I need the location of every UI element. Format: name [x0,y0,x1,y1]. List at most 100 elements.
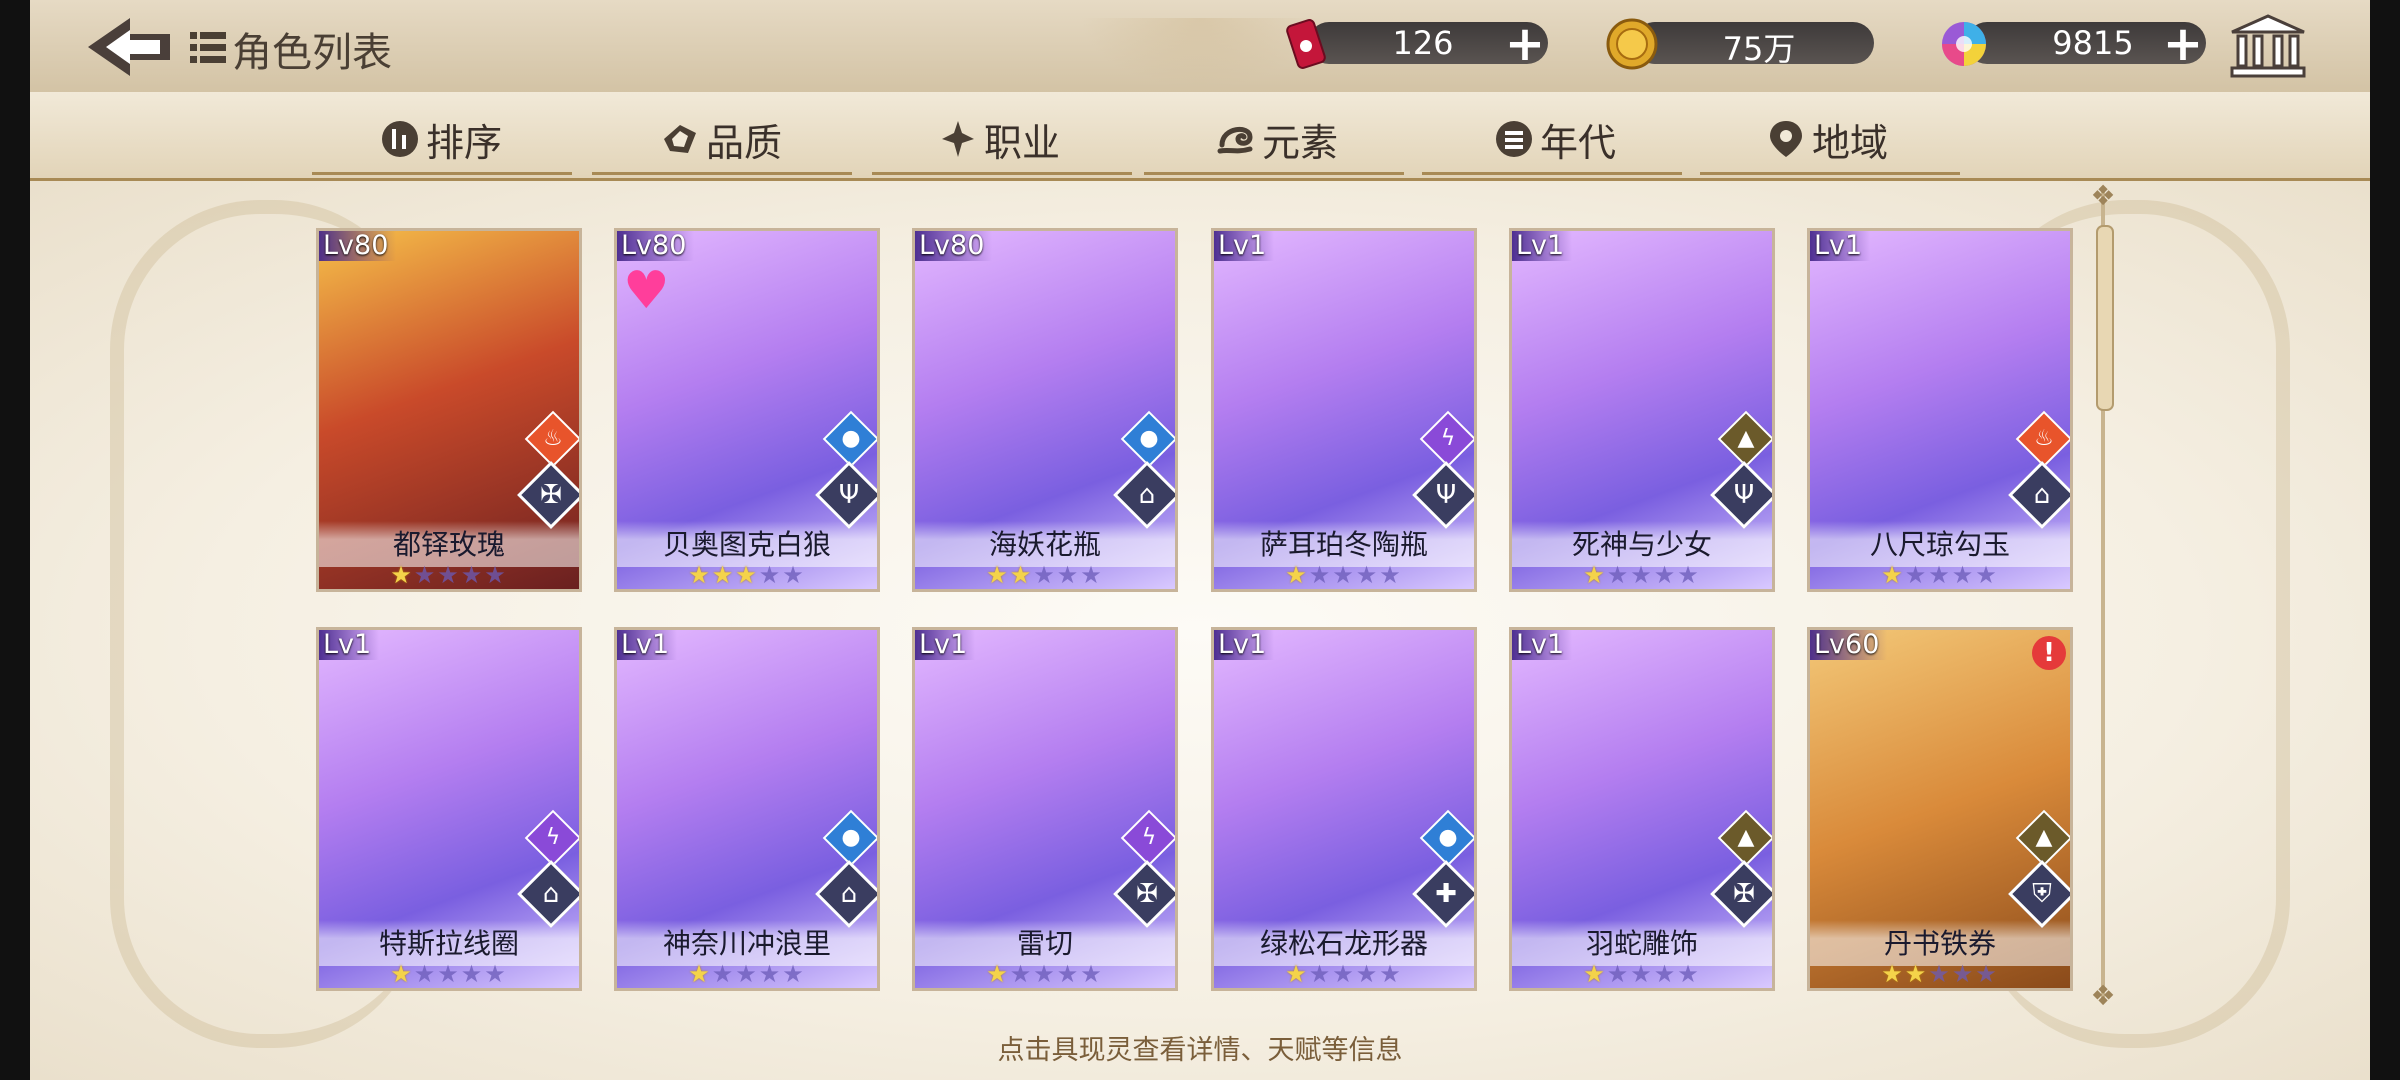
list-icon [190,32,226,63]
star-filled-icon: ★ [735,561,759,589]
character-card[interactable]: Lv1 ϟ ⌂ 特斯拉线圈 ★★★★★ [316,627,582,991]
gold-coin-icon [1606,18,1658,70]
star-empty-icon: ★ [711,960,736,988]
filter-underline [1700,172,1960,175]
sort-icon [382,121,418,157]
star-rating: ★★★★★ [1214,561,1474,589]
character-card[interactable]: Lv1 ● ✚ 绿松石龙形器 ★★★★★ [1211,627,1477,991]
page-title: 角色列表 [232,30,392,76]
star-rating: ★★★★★ [915,960,1175,988]
star-empty-icon: ★ [1308,561,1333,589]
filter-location-label: 地域 [1812,120,1889,165]
character-name: 雷切 [1016,927,1073,960]
character-card[interactable]: Lv1 ● ⌂ 神奈川冲浪里 ★★★★★ [614,627,880,991]
level-label: Lv1 [1214,630,1275,660]
star-empty-icon: ★ [484,561,508,589]
star-empty-icon: ★ [1056,960,1081,988]
quality-icon [664,125,696,153]
filter-element[interactable]: 元素 [1216,114,1339,165]
star-rating: ★★★★★ [319,561,579,589]
ticket-value: 126 [1392,24,1454,62]
back-button[interactable] [86,12,176,82]
star-empty-icon: ★ [1009,960,1034,988]
character-card[interactable]: Lv1 ϟ ✠ 雷切 ★★★★★ [912,627,1178,991]
character-name: 萨耳珀冬陶瓶 [1259,528,1428,561]
star-rating: ★★★★★ [319,960,579,988]
level-label: Lv1 [1214,231,1275,261]
hint-text: 点击具现灵查看详情、天赋等信息 [997,1035,1403,1066]
level-label: Lv60 [1810,630,1888,660]
gem-value: 9815 [2052,24,2134,62]
filter-underline [312,172,572,175]
star-empty-icon: ★ [484,960,508,988]
back-arrow-icon [88,18,170,76]
bank-button[interactable] [2228,14,2308,80]
star-empty-icon: ★ [1975,960,1999,988]
element-icon [1217,127,1253,154]
star-empty-icon: ★ [1677,561,1701,589]
star-rating: ★★★★★ [1512,960,1772,988]
star-empty-icon: ★ [1355,561,1380,589]
character-card[interactable]: Lv1 ϟ Ψ 萨耳珀冬陶瓶 ★★★★★ [1211,228,1477,592]
filter-underline [592,172,852,175]
star-empty-icon: ★ [1975,561,1999,589]
filter-era[interactable]: 年代 [1494,114,1616,165]
star-empty-icon: ★ [735,960,759,988]
coin-counter: 75万 [1604,16,1874,72]
character-card[interactable]: Lv1 ▲ ✠ 羽蛇雕饰 ★★★★★ [1509,627,1775,991]
level-label: Lv1 [1512,231,1573,261]
star-empty-icon: ★ [1606,960,1631,988]
star-empty-icon: ★ [1606,561,1631,589]
star-empty-icon: ★ [1355,960,1380,988]
character-name: 神奈川冲浪里 [662,927,831,960]
star-empty-icon: ★ [1630,561,1654,589]
character-card[interactable]: Lv80 ♥ ● Ψ 贝奥图克白狼 ★★★★★ [614,228,880,592]
character-card[interactable]: Lv80 ♨ ✠ 都铎玫瑰 ★★★★★ [316,228,582,592]
character-card[interactable]: Lv80 ● ⌂ 海妖花瓶 ★★★★★ [912,228,1178,592]
filter-class[interactable]: 职业 [938,114,1060,165]
star-filled-icon: ★ [390,561,414,589]
filter-sort[interactable]: 排序 [380,114,503,165]
character-card[interactable]: Lv60! ▲ ⛨ 丹书铁券 ★★★★★ [1807,627,2073,991]
class-icon [942,121,974,157]
level-label: Lv1 [617,630,678,660]
add-tickets-button[interactable]: + [1504,20,1546,68]
star-filled-icon: ★ [1904,960,1929,988]
star-filled-icon: ★ [986,561,1010,589]
level-label: Lv1 [1512,630,1573,660]
star-filled-icon: ★ [1583,960,1607,988]
star-filled-icon: ★ [688,960,712,988]
character-name: 都铎玫瑰 [392,528,505,561]
character-name: 海妖花瓶 [988,528,1101,561]
filter-quality[interactable]: 品质 [660,114,782,165]
era-icon [1496,121,1532,157]
star-filled-icon: ★ [1881,561,1905,589]
star-empty-icon: ★ [1951,561,1976,589]
scrollbar-thumb[interactable] [2096,225,2114,411]
star-empty-icon: ★ [1332,960,1356,988]
star-filled-icon: ★ [1583,561,1607,589]
star-rating: ★★★★★ [1810,561,2070,589]
level-label: Lv80 [915,231,993,261]
star-empty-icon: ★ [1056,561,1081,589]
star-filled-icon: ★ [688,561,712,589]
star-empty-icon: ★ [1332,561,1356,589]
star-filled-icon: ★ [986,960,1010,988]
character-card[interactable]: Lv1 ♨ ⌂ 八尺琼勾玉 ★★★★★ [1807,228,2073,592]
star-rating: ★★★★★ [617,960,877,988]
filter-location[interactable]: 地域 [1766,114,1889,165]
star-empty-icon: ★ [413,561,438,589]
star-empty-icon: ★ [1928,960,1952,988]
star-empty-icon: ★ [1308,960,1333,988]
filter-element-label: 元素 [1262,120,1339,165]
scroll-top-cap-icon: ❖ [2090,179,2116,212]
add-gems-button[interactable]: + [2162,20,2204,68]
level-label: Lv1 [319,630,380,660]
star-empty-icon: ★ [1677,960,1701,988]
star-empty-icon: ★ [437,960,461,988]
rainbow-gem-icon [1942,22,1986,66]
filter-underline [1144,172,1404,175]
filter-sort-label: 排序 [426,120,503,165]
character-card[interactable]: Lv1 ▲ Ψ 死神与少女 ★★★★★ [1509,228,1775,592]
star-empty-icon: ★ [758,561,783,589]
